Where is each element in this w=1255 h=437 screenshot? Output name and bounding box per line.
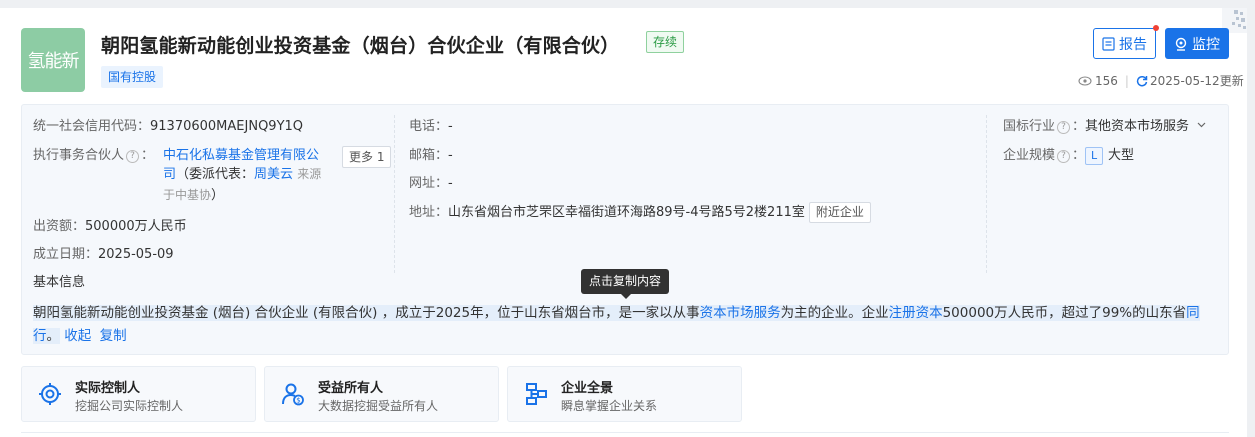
feature-card-controller[interactable]: 实际控制人 挖掘公司实际控制人 xyxy=(21,366,256,422)
target-icon xyxy=(39,383,61,405)
scale-badge: L xyxy=(1085,147,1104,165)
column-divider xyxy=(986,115,987,273)
collapse-link[interactable]: 收起 xyxy=(64,328,91,344)
copy-link[interactable]: 复制 xyxy=(100,328,127,344)
beneficiary-icon: $ xyxy=(282,383,304,406)
capital-row: 出资额：500000万人民币 xyxy=(33,219,187,234)
copy-tooltip: 点击复制内容 xyxy=(581,269,669,299)
basic-info-heading: 基本信息 xyxy=(33,275,86,290)
email-row: 邮箱：- xyxy=(409,148,453,163)
meta-row: 156 | 2025-05-12更新 xyxy=(1078,72,1244,89)
industry-link[interactable]: 资本市场服务 xyxy=(699,305,781,321)
notification-dot xyxy=(1153,25,1159,31)
feature-title: 企业全景 xyxy=(561,381,614,396)
feature-card-beneficiary[interactable]: $ 受益所有人 大数据挖掘受益所有人 xyxy=(264,366,499,422)
chevron-down-icon[interactable] xyxy=(1197,122,1206,128)
feature-subtitle: 瞬息掌握企业关系 xyxy=(561,399,658,413)
partner-label-row: 执行事务合伙人?： xyxy=(33,148,155,163)
status-badge: 存续 xyxy=(646,31,685,53)
refresh-icon[interactable] xyxy=(1136,75,1148,87)
company-name: 朝阳氢能新动能创业投资基金（烟台）合伙企业（有限合伙） xyxy=(101,35,620,57)
meta-divider: | xyxy=(1124,73,1129,88)
credit-code-row: 统一社会信用代码：91370600MAEJNQ9Y1Q xyxy=(33,119,304,134)
report-button[interactable]: 报告 xyxy=(1093,25,1159,59)
column-divider xyxy=(394,115,395,273)
more-partners-button[interactable]: 更多 1 xyxy=(342,146,392,168)
credit-code-value[interactable]: 91370600MAEJNQ9Y1Q xyxy=(150,119,303,134)
address-row: 地址：山东省烟台市芝罘区幸福街道环海路89号-4号路5号2楼211室 附近企业 xyxy=(409,202,871,223)
report-label: 报告 xyxy=(1119,36,1147,53)
feature-card-overview[interactable]: 企业全景 瞬息掌握企业关系 xyxy=(507,366,742,422)
help-icon[interactable]: ? xyxy=(1057,121,1071,134)
divider xyxy=(21,432,1229,433)
help-icon[interactable]: ? xyxy=(126,150,140,163)
feature-subtitle: 挖掘公司实际控制人 xyxy=(75,399,184,413)
address-value: 山东省烟台市芝罘区幸福街道环海路89号-4号路5号2楼211室 xyxy=(448,205,805,220)
registered-capital-link[interactable]: 注册资本 xyxy=(888,305,943,321)
ownership-tag[interactable]: 国有控股 xyxy=(101,66,164,88)
feature-title: 实际控制人 xyxy=(75,381,141,396)
partner-name-line2: 司（委派代表：周美云 来源 xyxy=(163,167,322,182)
monitor-label: 监控 xyxy=(1192,36,1220,53)
info-panel: 统一社会信用代码：91370600MAEJNQ9Y1Q 执行事务合伙人?： 中石… xyxy=(21,104,1229,355)
monitor-icon xyxy=(1175,37,1187,51)
svg-text:$: $ xyxy=(296,397,300,405)
industry-row: 国标行业? ：其他资本市场服务 xyxy=(1003,118,1206,136)
phone-row: 电话：- xyxy=(409,119,453,134)
delegate-name[interactable]: 周美云 xyxy=(254,167,293,182)
view-count: 156 xyxy=(1095,73,1118,88)
monitor-button[interactable]: 监控 xyxy=(1165,28,1229,59)
org-chart-icon xyxy=(526,383,547,405)
feature-title: 受益所有人 xyxy=(318,381,384,396)
document-icon xyxy=(1102,36,1115,51)
eye-icon xyxy=(1078,75,1092,86)
industry-dropdown[interactable]: 其他资本市场服务 xyxy=(1085,119,1189,134)
founded-date-row: 成立日期：2025-05-09 xyxy=(33,247,174,262)
company-logo: 氢能新 xyxy=(21,28,85,92)
basic-info-text[interactable]: 朝阳氢能新动能创业投资基金 (烟台) 合伙企业 (有限合伙) ，成立于2025年… xyxy=(33,302,1221,348)
feature-subtitle: 大数据挖掘受益所有人 xyxy=(318,399,439,413)
updated-date: 2025-05-12更新 xyxy=(1149,74,1244,88)
partner-source-line: 于中基协） xyxy=(163,188,225,203)
website-row: 网址：- xyxy=(409,176,453,191)
partner-name-line1[interactable]: 中石化私募基金管理有限公 xyxy=(163,147,319,165)
help-icon[interactable]: ? xyxy=(1057,150,1071,163)
nearby-companies-button[interactable]: 附近企业 xyxy=(808,202,871,223)
scale-row: 企业规模?： L 大型 xyxy=(1003,147,1135,165)
